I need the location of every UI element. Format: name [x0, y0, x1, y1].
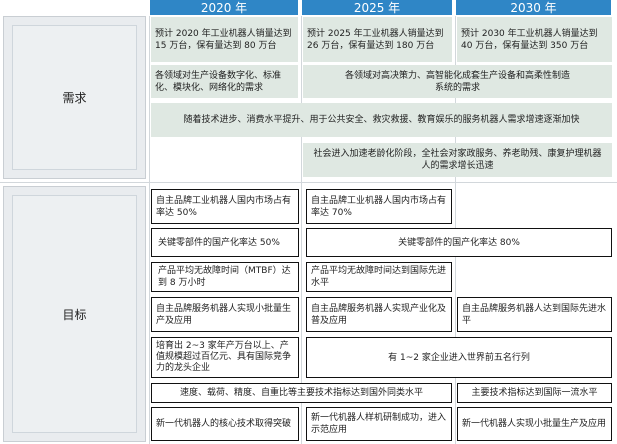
goal-2025-top5: 有 1~2 家企业进入世界前五名行列	[306, 337, 612, 378]
goal-2020-service: 自主品牌服务机器人实现小批量生产及应用	[151, 297, 299, 332]
section-goals-label: 目标	[62, 307, 87, 322]
header-2025: 2025 年	[302, 0, 452, 15]
goal-2020-leaders: 培育出 2~3 家年产万台以上、产值规模超过百亿元、具有国际竞争力的龙头企业	[151, 337, 299, 378]
goal-2025-mtbf: 产品平均无故障时间达到国际先进水平	[306, 262, 452, 292]
demand-2030-sales: 预计 2030 年工业机器人销量达到 40 万台，保有量达到 350 万台	[457, 17, 612, 62]
demand-2025-fields: 各领域对高决策力、高智能化成套生产设备和高柔性制造系统的需求	[303, 65, 612, 98]
roadmap-table: 2020 年 2025 年 2030 年 需求 目标 预计 2020 年工业机器…	[0, 0, 617, 444]
section-demand: 需求	[3, 16, 146, 179]
section-demand-label: 需求	[62, 91, 87, 105]
goal-2020-share: 自主品牌工业机器人国内市场占有率达 50%	[151, 189, 299, 224]
header-2020: 2020 年	[150, 0, 298, 15]
goal-2020-core: 新一代机器人的核心技术取得突破	[151, 407, 299, 441]
goal-2030-batch: 新一代机器人实现小批量生产及应用	[457, 407, 612, 441]
demand-service-growth: 随着技术进步、消费水平提升、用于公共安全、救灾救援、教育娱乐的服务机器人需求增速…	[151, 103, 612, 137]
goal-2020-parts: 关键零部件的国产化率达 50%	[151, 228, 299, 257]
goal-2025-share: 自主品牌工业机器人国内市场占有率达 70%	[306, 189, 452, 224]
goal-2025-humanoid: 新一代机器人样机研制成功，进入示范应用	[306, 407, 452, 441]
demand-2020-fields: 各领域对生产设备数字化、标准化、模块化、网络化的需求	[151, 65, 298, 98]
header-2030: 2030 年	[456, 0, 611, 15]
goal-2020-mtbf: 产品平均无故障时间（MTBF）达到 8 万小时	[151, 262, 299, 292]
goal-2025-service: 自主品牌服务机器人实现产业化及普及应用	[306, 297, 452, 332]
goal-indicators: 速度、载荷、精度、自重比等主要技术指标达到国外同类水平	[151, 383, 452, 403]
demand-aging: 社会进入加速老龄化阶段，全社会对家政服务、养老助残、康复护理机器人的需求增长迅速	[303, 143, 612, 177]
section-goals: 目标	[3, 186, 146, 442]
demand-2025-sales: 预计 2025 年工业机器人销量达到 26 万台，保有量达到 180 万台	[303, 17, 452, 62]
goal-2030-indicators: 主要技术指标达到国际一流水平	[457, 383, 612, 403]
goal-2025-parts: 关键零部件的国产化率达 80%	[306, 228, 612, 257]
demand-2020-sales: 预计 2020 年工业机器人销量达到 15 万台，保有量达到 80 万台	[151, 17, 298, 62]
goal-2030-service: 自主品牌服务机器人达到国际先进水平	[457, 297, 612, 332]
